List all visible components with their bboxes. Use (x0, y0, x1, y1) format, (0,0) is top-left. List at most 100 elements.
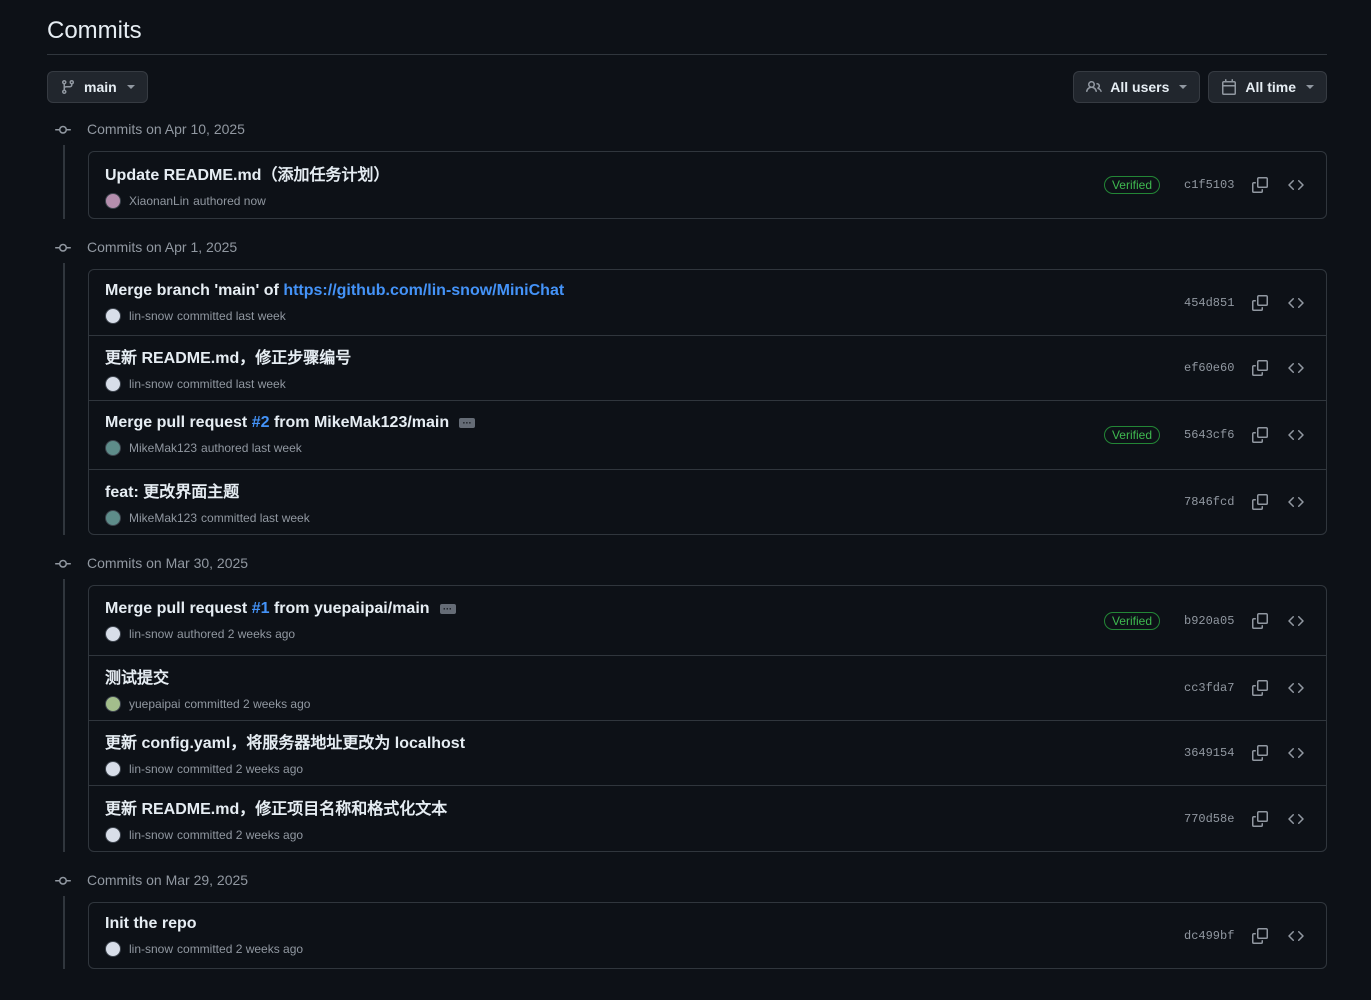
avatar[interactable] (105, 826, 121, 843)
commit-sha-link[interactable]: 7846fcd (1184, 495, 1234, 509)
timeline-rail (63, 145, 65, 219)
copy-sha-button[interactable] (1246, 488, 1274, 516)
copy-sha-button[interactable] (1246, 289, 1274, 317)
branch-label: main (84, 79, 117, 95)
verified-badge[interactable]: Verified (1103, 611, 1160, 630)
avatar[interactable] (105, 696, 121, 712)
copy-sha-button[interactable] (1246, 674, 1274, 702)
copy-sha-button[interactable] (1246, 739, 1274, 767)
browse-code-button[interactable] (1282, 354, 1310, 382)
commit-author[interactable]: lin-snow (129, 627, 173, 641)
filter-buttons: All users All time (1073, 71, 1327, 103)
commit-message[interactable]: 更新 config.yaml，将服务器地址更改为 localhost (105, 729, 465, 753)
browse-code-button[interactable] (1282, 739, 1310, 767)
commit-time: committed last week (201, 511, 310, 525)
commit-sha-link[interactable]: cc3fda7 (1184, 681, 1234, 695)
commit-sha-link[interactable]: b920a05 (1184, 614, 1234, 628)
browse-code-button[interactable] (1282, 289, 1310, 317)
expand-description-button[interactable]: ··· (459, 418, 476, 428)
copy-sha-button[interactable] (1246, 607, 1274, 635)
commit-message[interactable]: Merge branch 'main' of https://github.co… (105, 282, 564, 300)
copy-sha-button[interactable] (1246, 354, 1274, 382)
git-commit-icon (55, 243, 71, 252)
commit-message-text[interactable]: feat: 更改界面主题 (105, 478, 239, 502)
commit-message-text[interactable]: Init the repo (105, 915, 197, 933)
avatar[interactable] (105, 510, 121, 526)
commit-message-text[interactable]: Update README.md（添加任务计划） (105, 161, 389, 185)
avatar[interactable] (105, 307, 121, 324)
avatar[interactable] (105, 625, 121, 642)
avatar[interactable] (105, 761, 121, 777)
commit-sha-link[interactable]: 770d58e (1184, 812, 1234, 826)
users-filter-button[interactable]: All users (1073, 71, 1201, 103)
branch-select-button[interactable]: main (47, 71, 148, 103)
verified-badge[interactable]: Verified (1103, 176, 1160, 194)
commit-message-text[interactable]: 测试提交 (105, 664, 169, 688)
commit-sha-link[interactable]: dc499bf (1184, 929, 1234, 943)
time-filter-button[interactable]: All time (1208, 71, 1327, 103)
commit-message-text[interactable]: Merge pull request (105, 414, 252, 432)
commit-sha-link[interactable]: c1f5103 (1184, 178, 1234, 192)
commit-message-link[interactable]: #2 (252, 414, 270, 432)
commit-author[interactable]: lin-snow (129, 377, 173, 391)
verified-badge[interactable]: Verified (1103, 426, 1160, 444)
commit-actions: 7846fcd (1184, 488, 1310, 516)
browse-code-button[interactable] (1282, 805, 1310, 833)
copy-sha-button[interactable] (1246, 171, 1274, 199)
commit-message[interactable]: 测试提交 (105, 664, 310, 688)
commit-message[interactable]: 更新 README.md，修正项目名称和格式化文本 (105, 795, 447, 819)
copy-sha-button[interactable] (1246, 922, 1274, 950)
commit-message-text[interactable]: from yuepaipai/main (270, 600, 430, 618)
browse-code-button[interactable] (1282, 421, 1310, 449)
commit-author[interactable]: XiaonanLin (129, 194, 189, 208)
commit-actions: Verified c1f5103 (1103, 171, 1310, 199)
git-commit-icon (55, 556, 71, 575)
commit-author[interactable]: MikeMak123 (129, 511, 197, 525)
commit-sha-link[interactable]: 5643cf6 (1184, 428, 1234, 442)
commit-author[interactable]: MikeMak123 (129, 441, 197, 455)
commit-sha-link[interactable]: 454d851 (1184, 296, 1234, 310)
commit-timeline: Commits on Apr 10, 2025 Update README.md（… (47, 113, 1327, 969)
commit-message-text[interactable]: Merge branch 'main' of (105, 282, 283, 300)
avatar[interactable] (105, 376, 121, 392)
browse-code-button[interactable] (1282, 607, 1310, 635)
commit-message[interactable]: Merge pull request #2 from MikeMak123/ma… (105, 414, 476, 432)
copy-sha-button[interactable] (1246, 805, 1274, 833)
commit-message[interactable]: Update README.md（添加任务计划） (105, 161, 389, 185)
calendar-icon (1222, 79, 1237, 95)
avatar[interactable] (105, 193, 121, 209)
commit-message-text[interactable]: 更新 README.md，修正项目名称和格式化文本 (105, 795, 447, 819)
browse-code-button[interactable] (1282, 488, 1310, 516)
commit-row: Init the repo lin-snow committed 2 weeks a… (89, 903, 1326, 968)
commit-message-text[interactable]: 更新 config.yaml，将服务器地址更改为 localhost (105, 729, 465, 753)
people-icon (1086, 80, 1103, 93)
commit-row: Merge branch 'main' of https://github.co… (89, 270, 1326, 335)
copy-icon (1252, 745, 1268, 761)
avatar[interactable] (105, 940, 121, 957)
commit-author[interactable]: lin-snow (129, 309, 173, 323)
commit-author[interactable]: lin-snow (129, 762, 173, 776)
commit-message-link[interactable]: #1 (252, 600, 270, 618)
commit-author[interactable]: lin-snow (129, 942, 173, 956)
commit-message-text[interactable]: Merge pull request (105, 600, 252, 618)
commit-message-link[interactable]: https://github.com/lin-snow/MiniChat (283, 282, 564, 300)
commit-author[interactable]: lin-snow (129, 828, 173, 842)
commit-message[interactable]: 更新 README.md，修正步骤编号 (105, 344, 351, 368)
commit-message[interactable]: Init the repo (105, 915, 303, 933)
commit-sha-link[interactable]: ef60e60 (1184, 361, 1234, 375)
commit-message-text[interactable]: from MikeMak123/main (270, 414, 449, 432)
commit-message[interactable]: feat: 更改界面主题 (105, 478, 310, 502)
browse-code-button[interactable] (1282, 922, 1310, 950)
browse-code-button[interactable] (1282, 674, 1310, 702)
commit-author[interactable]: yuepaipai (129, 697, 180, 711)
copy-icon (1252, 927, 1268, 944)
copy-icon (1252, 612, 1268, 629)
commit-group-date: Commits on Mar 29, 2025 (87, 872, 249, 888)
expand-description-button[interactable]: ··· (439, 603, 456, 614)
commit-message[interactable]: Merge pull request #1 from yuepaipai/mai… (105, 600, 456, 618)
commit-sha-link[interactable]: 3649154 (1184, 746, 1234, 760)
browse-code-button[interactable] (1282, 171, 1310, 199)
avatar[interactable] (105, 440, 121, 456)
commit-message-text[interactable]: 更新 README.md，修正步骤编号 (105, 344, 351, 368)
copy-sha-button[interactable] (1246, 421, 1274, 449)
